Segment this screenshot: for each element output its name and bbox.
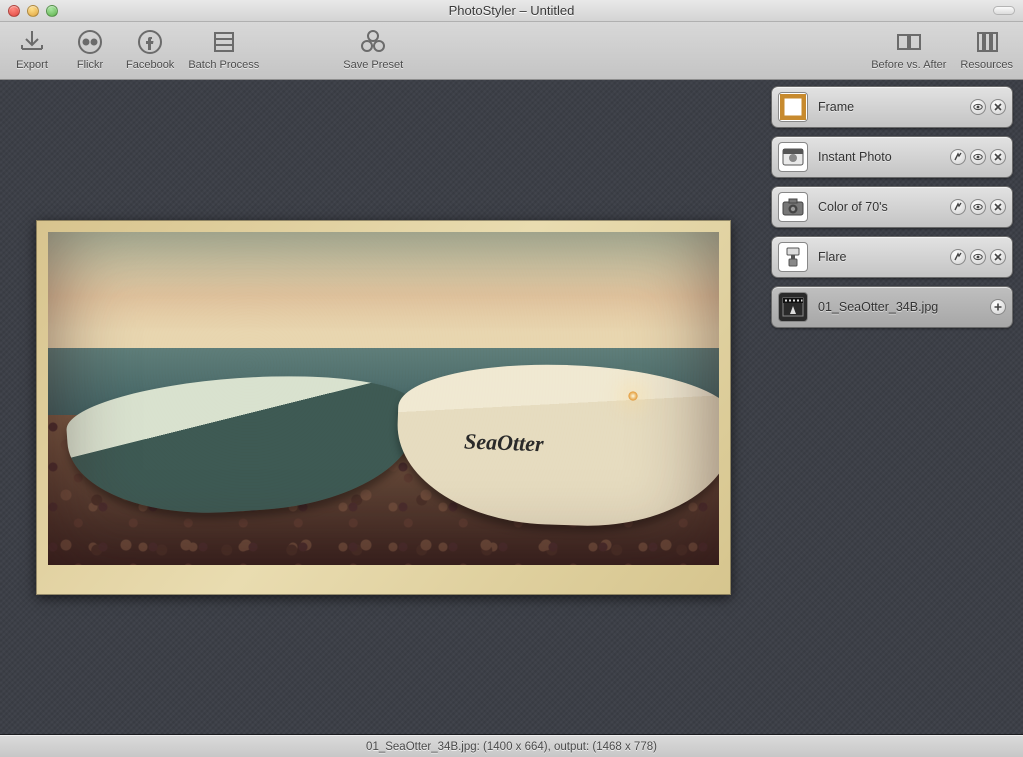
close-window-button[interactable] — [8, 5, 20, 17]
photo-frame: SeaOtter — [36, 220, 731, 595]
export-icon — [16, 26, 48, 58]
toolbar-toggle-button[interactable] — [993, 6, 1015, 15]
save-preset-button[interactable]: Save Preset — [343, 26, 403, 71]
main-area: SeaOtter Frame — [0, 80, 1023, 735]
window-title: PhotoStyler – Untitled — [0, 3, 1023, 18]
add-icon[interactable] — [990, 299, 1006, 315]
close-icon[interactable] — [990, 199, 1006, 215]
photo-preview: SeaOtter — [48, 232, 719, 565]
status-text: 01_SeaOtter_34B.jpg: (1400 x 664), outpu… — [366, 741, 657, 753]
frame-thumb-icon — [778, 92, 808, 122]
layer-frame-label: Frame — [818, 100, 970, 114]
visibility-icon[interactable] — [970, 99, 986, 115]
layer-color-70s-label: Color of 70's — [818, 200, 950, 214]
layer-instant-photo-label: Instant Photo — [818, 150, 950, 164]
layer-instant-photo[interactable]: Instant Photo — [771, 136, 1013, 178]
facebook-icon — [134, 26, 166, 58]
layers-panel: Frame Instant Photo — [767, 80, 1023, 734]
savepreset-icon — [357, 26, 389, 58]
flash-thumb-icon — [778, 242, 808, 272]
resources-button[interactable]: Resources — [960, 26, 1013, 71]
close-icon[interactable] — [990, 149, 1006, 165]
facebook-button[interactable]: Facebook — [126, 26, 174, 71]
titlebar: PhotoStyler – Untitled — [0, 0, 1023, 22]
before-after-label: Before vs. After — [871, 59, 946, 71]
close-icon[interactable] — [990, 99, 1006, 115]
batch-process-label: Batch Process — [188, 59, 259, 71]
resources-label: Resources — [960, 59, 1013, 71]
toolbar: Export Flickr Facebook — [0, 22, 1023, 80]
flickr-icon — [74, 26, 106, 58]
settings-icon[interactable] — [950, 249, 966, 265]
layer-source-image-label: 01_SeaOtter_34B.jpg — [818, 300, 990, 314]
visibility-icon[interactable] — [970, 249, 986, 265]
facebook-label: Facebook — [126, 59, 174, 71]
instant-thumb-icon — [778, 142, 808, 172]
canvas-area[interactable]: SeaOtter — [0, 80, 767, 734]
before-after-button[interactable]: Before vs. After — [871, 26, 946, 71]
toolbar-right-group: Before vs. After Resources — [871, 26, 1013, 71]
zoom-window-button[interactable] — [46, 5, 58, 17]
flickr-button[interactable]: Flickr — [68, 26, 112, 71]
batch-process-button[interactable]: Batch Process — [188, 26, 259, 71]
settings-icon[interactable] — [950, 199, 966, 215]
window-controls — [0, 5, 58, 17]
export-button[interactable]: Export — [10, 26, 54, 71]
minimize-window-button[interactable] — [27, 5, 39, 17]
resources-icon — [971, 26, 1003, 58]
layer-flare[interactable]: Flare — [771, 236, 1013, 278]
toolbar-left-group: Export Flickr Facebook — [10, 26, 403, 71]
beforeafter-icon — [893, 26, 925, 58]
layer-flare-label: Flare — [818, 250, 950, 264]
batch-icon — [208, 26, 240, 58]
visibility-icon[interactable] — [970, 199, 986, 215]
save-preset-label: Save Preset — [343, 59, 403, 71]
layer-frame[interactable]: Frame — [771, 86, 1013, 128]
layer-source-image[interactable]: 01_SeaOtter_34B.jpg — [771, 286, 1013, 328]
close-icon[interactable] — [990, 249, 1006, 265]
statusbar: 01_SeaOtter_34B.jpg: (1400 x 664), outpu… — [0, 735, 1023, 757]
film-thumb-icon — [778, 292, 808, 322]
visibility-icon[interactable] — [970, 149, 986, 165]
layer-color-70s[interactable]: Color of 70's — [771, 186, 1013, 228]
camera-thumb-icon — [778, 192, 808, 222]
flickr-label: Flickr — [77, 59, 103, 71]
settings-icon[interactable] — [950, 149, 966, 165]
export-label: Export — [16, 59, 48, 71]
